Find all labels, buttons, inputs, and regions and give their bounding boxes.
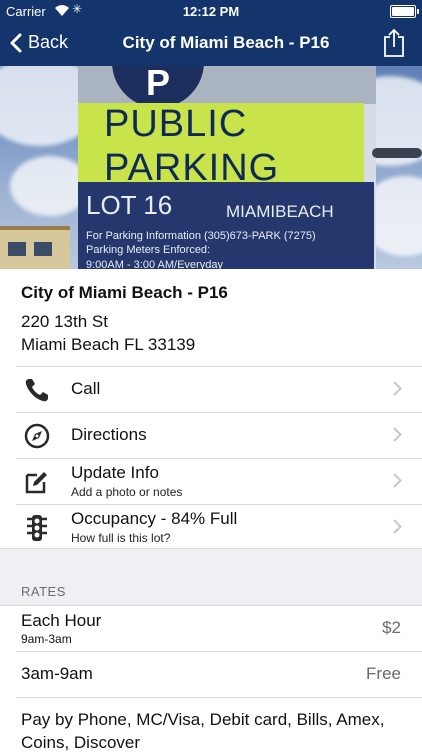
phone-icon <box>23 376 51 404</box>
traffic-light-icon <box>23 514 51 542</box>
lot-photo: P PUBLIC PARKING LOT 16 MIAMIBEACH For P… <box>0 66 422 269</box>
rates-header: RATES <box>21 584 66 599</box>
payment-methods: Pay by Phone, MC/Visa, Debit card, Bills… <box>21 710 385 752</box>
address-street: 220 13th St <box>21 312 108 331</box>
status-bar: Carrier ✳ 12:12 PM <box>0 0 422 22</box>
back-button[interactable]: Back <box>10 32 68 53</box>
street-lamp <box>372 148 422 158</box>
occupancy-label: Occupancy - 84% Full <box>71 509 238 528</box>
sign-info-3: 9:00AM - 3:00 AM/Everyday <box>86 259 223 269</box>
navigation-bar: Back City of Miami Beach - P16 <box>0 22 422 66</box>
sign-info-2: Parking Meters Enforced: <box>86 244 211 256</box>
page-title: City of Miami Beach - P16 <box>122 33 330 52</box>
share-button[interactable] <box>382 28 406 63</box>
building <box>0 226 70 269</box>
chevron-right-icon <box>393 473 402 493</box>
rate-row: Each Hour 9am-3am $2 <box>0 605 422 651</box>
rate-title: Each Hour <box>21 611 102 630</box>
sign-lot: LOT 16 <box>86 190 173 220</box>
chevron-right-icon <box>393 381 402 401</box>
chevron-right-icon <box>393 519 402 539</box>
call-row[interactable]: Call <box>0 366 422 412</box>
directions-label: Directions <box>71 425 147 444</box>
update-info-row[interactable]: Update Info Add a photo or notes <box>0 458 422 504</box>
rates-section-header: RATES <box>0 548 422 607</box>
sign-info-1: For Parking Information (305)673-PARK (7… <box>86 230 316 242</box>
rate-title: 3am-9am <box>21 664 93 683</box>
address-city: Miami Beach FL 33139 <box>21 335 196 354</box>
rate-price: Free <box>366 664 401 683</box>
rate-hours: 9am-3am <box>21 632 72 646</box>
sign-blue-panel: LOT 16 MIAMIBEACH For Parking Informatio… <box>78 182 374 269</box>
clock-label: 12:12 PM <box>182 4 240 19</box>
battery-icon <box>390 5 419 18</box>
chevron-right-icon <box>393 427 402 447</box>
chevron-left-icon <box>10 33 22 52</box>
sign-line-1: PUBLIC <box>104 103 248 145</box>
edit-icon <box>23 468 51 496</box>
update-info-label: Update Info <box>71 463 159 482</box>
occupancy-row[interactable]: Occupancy - 84% Full How full is this lo… <box>0 504 422 550</box>
update-info-sub: Add a photo or notes <box>71 485 183 499</box>
back-label: Back <box>28 32 69 52</box>
compass-icon <box>23 422 51 450</box>
occupancy-sub: How full is this lot? <box>71 531 171 545</box>
location-name: City of Miami Beach - P16 <box>21 283 228 302</box>
rate-price: $2 <box>382 618 401 637</box>
rate-row: 3am-9am Free <box>0 651 422 697</box>
share-icon <box>384 28 404 57</box>
call-label: Call <box>71 379 101 398</box>
sign-brand: MIAMIBEACH <box>226 202 334 221</box>
directions-row[interactable]: Directions <box>0 412 422 458</box>
